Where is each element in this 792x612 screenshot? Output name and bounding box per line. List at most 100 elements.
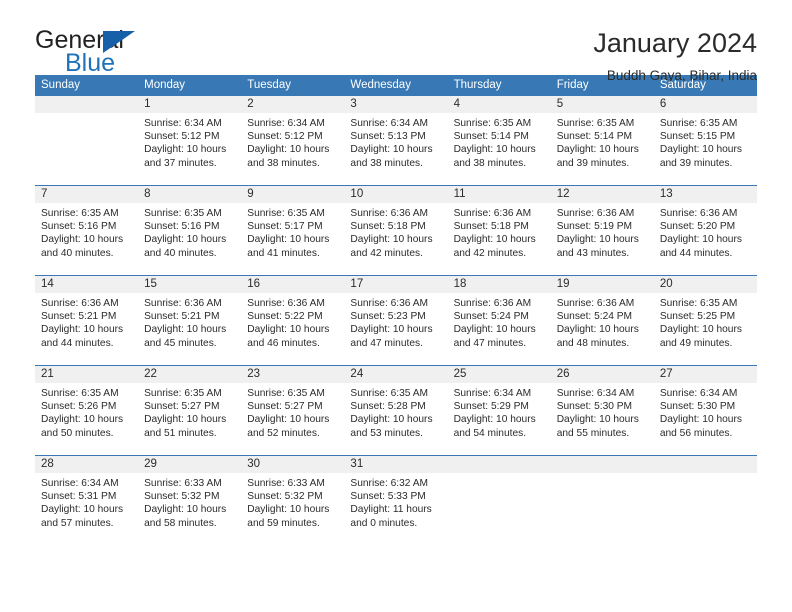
calendar-day-cell[interactable]: 15 Sunrise: 6:36 AM Sunset: 5:21 PM Dayligh… — [138, 275, 242, 366]
calendar-day-cell[interactable]: 26 Sunrise: 6:34 AM Sunset: 5:30 PM Dayligh… — [550, 365, 654, 456]
calendar-day-cell[interactable]: 16 Sunrise: 6:36 AM Sunset: 5:22 PM Dayligh… — [241, 275, 345, 366]
title-block: January 2024 Buddh Gaya, Bihar, India — [593, 28, 757, 83]
day-details: Sunrise: 6:35 AM Sunset: 5:26 PM Daylight:… — [35, 383, 138, 440]
calendar-day-cell[interactable]: 29 Sunrise: 6:33 AM Sunset: 5:32 PM Dayligh… — [138, 455, 242, 546]
daylight-text-line2: and 47 minutes. — [350, 337, 423, 349]
daylight-text-line2: and 46 minutes. — [247, 337, 320, 349]
sunrise-text: Sunrise: 6:33 AM — [247, 478, 325, 489]
sunset-text: Sunset: 5:17 PM — [247, 221, 323, 233]
calendar-day-cell[interactable]: 5 Sunrise: 6:35 AM Sunset: 5:14 PM Daylight… — [550, 95, 654, 186]
calendar-week-row: 21 Sunrise: 6:35 AM Sunset: 5:26 PM Dayligh… — [35, 365, 757, 456]
calendar-day-cell[interactable]: 6 Sunrise: 6:35 AM Sunset: 5:15 PM Daylight… — [653, 95, 757, 186]
calendar-day-cell[interactable]: 21 Sunrise: 6:35 AM Sunset: 5:26 PM Dayligh… — [35, 365, 139, 456]
daylight-text-line2: and 37 minutes. — [144, 157, 217, 169]
daylight-text-line2: and 42 minutes. — [453, 247, 527, 259]
daylight-text-line2: and 58 minutes. — [144, 517, 217, 529]
day-details: Sunrise: 6:34 AM Sunset: 5:12 PM Daylight:… — [241, 113, 344, 170]
daylight-text-line2: and 42 minutes. — [350, 247, 423, 259]
day-details: Sunrise: 6:32 AM Sunset: 5:33 PM Daylight:… — [344, 473, 447, 530]
day-number: 15 — [138, 276, 242, 293]
sunrise-text: Sunrise: 6:35 AM — [41, 208, 119, 219]
calendar-day-cell[interactable]: 7 Sunrise: 6:35 AM Sunset: 5:16 PM Daylight… — [35, 185, 139, 276]
sunrise-text: Sunrise: 6:36 AM — [659, 208, 738, 219]
day-number: 1 — [138, 96, 242, 113]
sunrise-text: Sunrise: 6:36 AM — [41, 298, 119, 309]
daylight-text-line1: Daylight: 10 hours — [144, 234, 227, 246]
daylight-text-line2: and 40 minutes. — [144, 247, 217, 259]
sunrise-text: Sunrise: 6:36 AM — [350, 208, 429, 219]
sunset-text: Sunset: 5:23 PM — [350, 311, 426, 323]
day-details: Sunrise: 6:36 AM Sunset: 5:20 PM Daylight:… — [654, 203, 757, 260]
page-header: General Blue January 2024 Buddh Gaya, Bi… — [0, 0, 792, 84]
calendar-day-cell[interactable]: 17 Sunrise: 6:36 AM Sunset: 5:23 PM Dayligh… — [344, 275, 448, 366]
daylight-text-line1: Daylight: 10 hours — [453, 414, 536, 426]
sunset-text: Sunset: 5:18 PM — [453, 221, 529, 233]
sunrise-text: Sunrise: 6:34 AM — [659, 388, 738, 399]
daylight-text-line1: Daylight: 10 hours — [41, 234, 124, 246]
sunrise-text: Sunrise: 6:36 AM — [144, 298, 222, 309]
sunrise-text: Sunrise: 6:34 AM — [556, 388, 635, 399]
weekday-header-monday: Monday — [138, 75, 242, 96]
sunrise-text: Sunrise: 6:32 AM — [350, 478, 429, 489]
day-number: 31 — [344, 456, 448, 473]
calendar-empty-cell — [35, 95, 139, 186]
day-details: Sunrise: 6:35 AM Sunset: 5:17 PM Daylight:… — [241, 203, 344, 260]
calendar-day-cell[interactable]: 24 Sunrise: 6:35 AM Sunset: 5:28 PM Dayligh… — [344, 365, 448, 456]
calendar-day-cell[interactable]: 19 Sunrise: 6:36 AM Sunset: 5:24 PM Dayligh… — [550, 275, 654, 366]
calendar-week-row: 1 Sunrise: 6:34 AM Sunset: 5:12 PM Daylight… — [35, 95, 757, 186]
sunset-text: Sunset: 5:21 PM — [41, 311, 117, 323]
day-number: 3 — [344, 96, 448, 113]
day-number: 2 — [241, 96, 345, 113]
calendar-day-cell[interactable]: 11 Sunrise: 6:36 AM Sunset: 5:18 PM Dayligh… — [447, 185, 551, 276]
sunrise-text: Sunrise: 6:36 AM — [556, 298, 635, 309]
calendar-day-cell[interactable]: 20 Sunrise: 6:35 AM Sunset: 5:25 PM Dayligh… — [653, 275, 757, 366]
daylight-text-line1: Daylight: 10 hours — [659, 234, 742, 246]
daylight-text-line1: Daylight: 10 hours — [247, 144, 330, 156]
day-number: 8 — [138, 186, 242, 203]
sunset-text: Sunset: 5:25 PM — [659, 311, 736, 323]
calendar-day-cell[interactable]: 2 Sunrise: 6:34 AM Sunset: 5:12 PM Daylight… — [241, 95, 345, 186]
calendar-day-cell[interactable]: 4 Sunrise: 6:35 AM Sunset: 5:14 PM Daylight… — [447, 95, 551, 186]
daylight-text-line1: Daylight: 10 hours — [350, 414, 433, 426]
sunset-text: Sunset: 5:32 PM — [247, 491, 323, 503]
calendar-day-cell[interactable]: 31 Sunrise: 6:32 AM Sunset: 5:33 PM Dayligh… — [344, 455, 448, 546]
calendar-day-cell[interactable]: 22 Sunrise: 6:35 AM Sunset: 5:27 PM Dayligh… — [138, 365, 242, 456]
daylight-text-line2: and 57 minutes. — [41, 517, 114, 529]
day-details: Sunrise: 6:35 AM Sunset: 5:15 PM Daylight:… — [654, 113, 757, 170]
daylight-text-line2: and 49 minutes. — [659, 337, 733, 349]
daylight-text-line1: Daylight: 10 hours — [350, 234, 433, 246]
day-details: Sunrise: 6:34 AM Sunset: 5:30 PM Daylight:… — [551, 383, 654, 440]
daylight-text-line2: and 47 minutes. — [453, 337, 527, 349]
daylight-text-line1: Daylight: 10 hours — [659, 144, 742, 156]
calendar-day-cell[interactable]: 8 Sunrise: 6:35 AM Sunset: 5:16 PM Daylight… — [138, 185, 242, 276]
day-number: 22 — [138, 366, 242, 383]
calendar-day-cell[interactable]: 18 Sunrise: 6:36 AM Sunset: 5:24 PM Dayligh… — [447, 275, 551, 366]
day-number — [447, 456, 551, 473]
calendar-day-cell[interactable]: 30 Sunrise: 6:33 AM Sunset: 5:32 PM Dayligh… — [241, 455, 345, 546]
calendar-day-cell[interactable]: 10 Sunrise: 6:36 AM Sunset: 5:18 PM Dayligh… — [344, 185, 448, 276]
daylight-text-line2: and 52 minutes. — [247, 427, 320, 439]
day-details: Sunrise: 6:36 AM Sunset: 5:22 PM Daylight:… — [241, 293, 344, 350]
day-details: Sunrise: 6:34 AM Sunset: 5:29 PM Daylight:… — [448, 383, 551, 440]
day-details: Sunrise: 6:34 AM Sunset: 5:12 PM Daylight:… — [138, 113, 241, 170]
calendar-day-cell[interactable]: 3 Sunrise: 6:34 AM Sunset: 5:13 PM Daylight… — [344, 95, 448, 186]
calendar-day-cell[interactable]: 12 Sunrise: 6:36 AM Sunset: 5:19 PM Dayligh… — [550, 185, 654, 276]
calendar-day-cell[interactable]: 28 Sunrise: 6:34 AM Sunset: 5:31 PM Dayligh… — [35, 455, 139, 546]
day-number: 13 — [653, 186, 757, 203]
sunset-text: Sunset: 5:16 PM — [144, 221, 220, 233]
daylight-text-line1: Daylight: 10 hours — [247, 504, 330, 516]
calendar-day-cell[interactable]: 27 Sunrise: 6:34 AM Sunset: 5:30 PM Dayligh… — [653, 365, 757, 456]
calendar-day-cell[interactable]: 9 Sunrise: 6:35 AM Sunset: 5:17 PM Daylight… — [241, 185, 345, 276]
day-number: 27 — [653, 366, 757, 383]
calendar-day-cell[interactable]: 23 Sunrise: 6:35 AM Sunset: 5:27 PM Dayligh… — [241, 365, 345, 456]
day-details: Sunrise: 6:33 AM Sunset: 5:32 PM Daylight:… — [138, 473, 241, 530]
calendar-day-cell[interactable]: 14 Sunrise: 6:36 AM Sunset: 5:21 PM Dayligh… — [35, 275, 139, 366]
sunrise-text: Sunrise: 6:35 AM — [659, 298, 738, 309]
daylight-text-line1: Daylight: 10 hours — [350, 324, 433, 336]
calendar-day-cell[interactable]: 25 Sunrise: 6:34 AM Sunset: 5:29 PM Dayligh… — [447, 365, 551, 456]
calendar-day-cell[interactable]: 13 Sunrise: 6:36 AM Sunset: 5:20 PM Dayligh… — [653, 185, 757, 276]
day-number: 26 — [550, 366, 654, 383]
calendar-day-cell[interactable]: 1 Sunrise: 6:34 AM Sunset: 5:12 PM Daylight… — [138, 95, 242, 186]
sunrise-text: Sunrise: 6:34 AM — [144, 118, 222, 129]
calendar-body: 1 Sunrise: 6:34 AM Sunset: 5:12 PM Daylight… — [35, 95, 757, 546]
